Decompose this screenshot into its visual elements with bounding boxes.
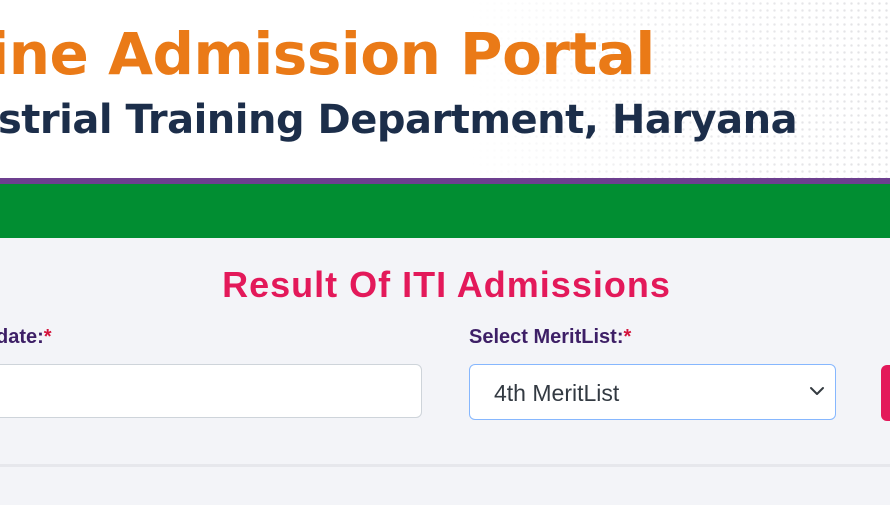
chevron-down-icon	[810, 387, 824, 395]
merit-list-label: Select MeritList:*	[469, 326, 631, 349]
date-input[interactable]	[0, 364, 422, 418]
merit-list-label-text: Select MeritList:	[469, 326, 624, 348]
submit-button[interactable]	[881, 365, 890, 421]
merit-list-select[interactable]: 4th MeritList	[469, 364, 836, 420]
date-label-text: date:	[0, 326, 44, 348]
merit-list-selected-value: 4th MeritList	[494, 380, 620, 406]
result-title: Result Of ITI Admissions	[222, 264, 671, 305]
navigation-bar	[0, 184, 890, 238]
site-header: line Admission Portal ustrial Training D…	[0, 0, 890, 178]
date-label: date:*	[0, 326, 52, 349]
lower-area	[0, 467, 890, 505]
portal-title: line Admission Portal	[0, 20, 655, 88]
required-asterisk: *	[43, 326, 52, 348]
required-asterisk: *	[623, 326, 632, 348]
department-title: ustrial Training Department, Haryana	[0, 97, 798, 143]
